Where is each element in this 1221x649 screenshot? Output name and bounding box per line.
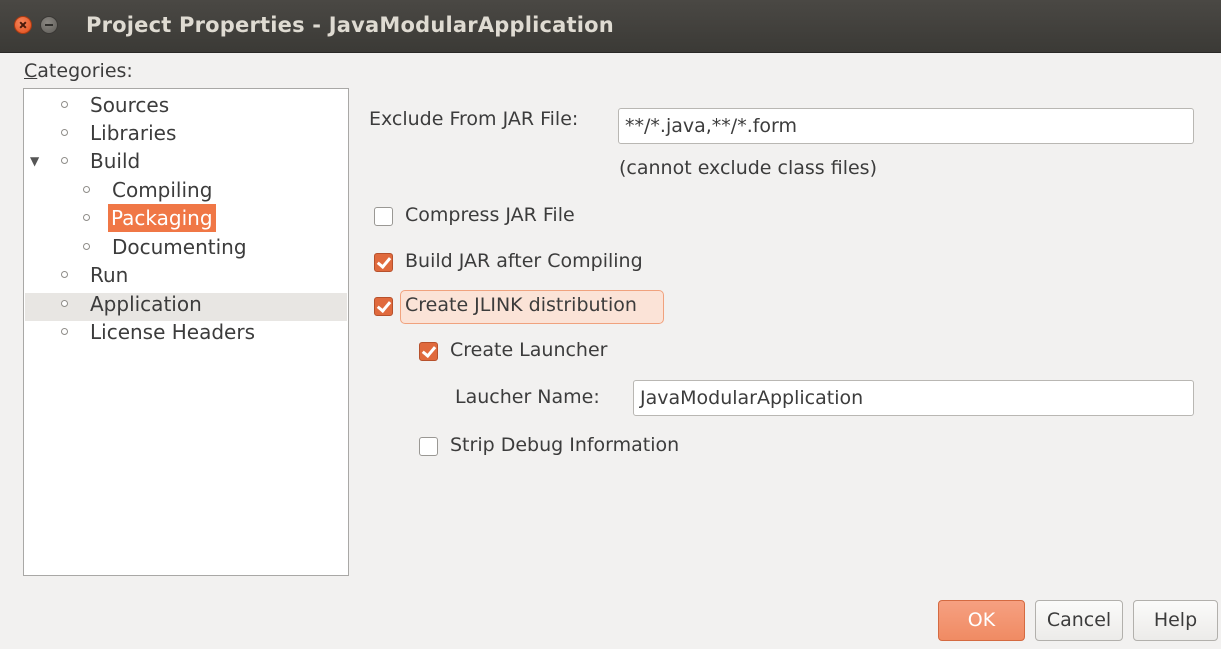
tree-item-license-headers[interactable]: License Headers: [24, 318, 344, 346]
tree-item-label: License Headers: [90, 320, 255, 344]
title-bar: Project Properties - JavaModularApplicat…: [0, 0, 1221, 53]
tree-node-icon: [83, 243, 90, 250]
tree-item-compiling[interactable]: Compiling: [24, 176, 344, 204]
build-jar-label[interactable]: Build JAR after Compiling: [405, 250, 643, 272]
tree-node-icon: [61, 101, 68, 108]
tree-item-label: Application: [90, 292, 202, 316]
tree-item-label: Packaging: [108, 204, 216, 232]
compress-jar-label[interactable]: Compress JAR File: [405, 204, 575, 226]
strip-debug-label[interactable]: Strip Debug Information: [450, 434, 679, 456]
tree-item-packaging[interactable]: Packaging: [24, 204, 344, 232]
tree-node-icon: [83, 214, 90, 221]
categories-label: Categories:: [24, 60, 133, 82]
tree-node-icon: [61, 300, 68, 307]
create-jlink-checkbox[interactable]: [374, 297, 393, 316]
cancel-button[interactable]: Cancel: [1035, 600, 1123, 641]
tree-item-label: Documenting: [112, 235, 247, 259]
tree-item-label: Run: [90, 263, 129, 287]
help-button[interactable]: Help: [1133, 600, 1218, 641]
tree-item-label: Sources: [90, 93, 170, 117]
ok-button[interactable]: OK: [938, 600, 1025, 641]
tree-item-run[interactable]: Run: [24, 261, 344, 289]
launcher-name-label: Laucher Name:: [455, 386, 600, 408]
tree-node-icon: [61, 271, 68, 278]
tree-node-icon: [61, 328, 68, 335]
exclude-from-jar-label: Exclude From JAR File:: [369, 108, 579, 130]
tree-item-label: Libraries: [90, 121, 177, 145]
expand-triangle-icon[interactable]: ▼: [30, 147, 39, 175]
tree-item-sources[interactable]: Sources: [24, 91, 344, 119]
tree-item-label: Compiling: [112, 178, 213, 202]
tree-node-icon: [61, 129, 68, 136]
create-launcher-label[interactable]: Create Launcher: [450, 339, 607, 361]
tree-item-documenting[interactable]: Documenting: [24, 233, 344, 261]
compress-jar-checkbox[interactable]: [374, 207, 393, 226]
strip-debug-checkbox[interactable]: [419, 437, 438, 456]
tree-item-libraries[interactable]: Libraries: [24, 119, 344, 147]
close-window-button[interactable]: [14, 16, 32, 34]
tree-item-build[interactable]: ▼ Build: [24, 147, 344, 175]
tree-item-application[interactable]: Application: [24, 290, 344, 318]
window-title: Project Properties - JavaModularApplicat…: [86, 13, 614, 37]
exclude-from-jar-input[interactable]: **/*.java,**/*.form: [618, 108, 1194, 144]
tree-item-label: Build: [90, 149, 141, 173]
exclude-hint: (cannot exclude class files): [619, 157, 877, 179]
create-jlink-label[interactable]: Create JLINK distribution: [405, 294, 637, 316]
tree-node-icon: [83, 186, 90, 193]
launcher-name-input[interactable]: JavaModularApplication: [633, 380, 1194, 416]
create-launcher-checkbox[interactable]: [419, 342, 438, 361]
tree-node-icon: [61, 157, 68, 164]
categories-tree[interactable]: Sources Libraries ▼ Build Compiling Pack…: [23, 88, 349, 576]
build-jar-checkbox[interactable]: [374, 253, 393, 272]
minimize-window-button[interactable]: [40, 16, 58, 34]
